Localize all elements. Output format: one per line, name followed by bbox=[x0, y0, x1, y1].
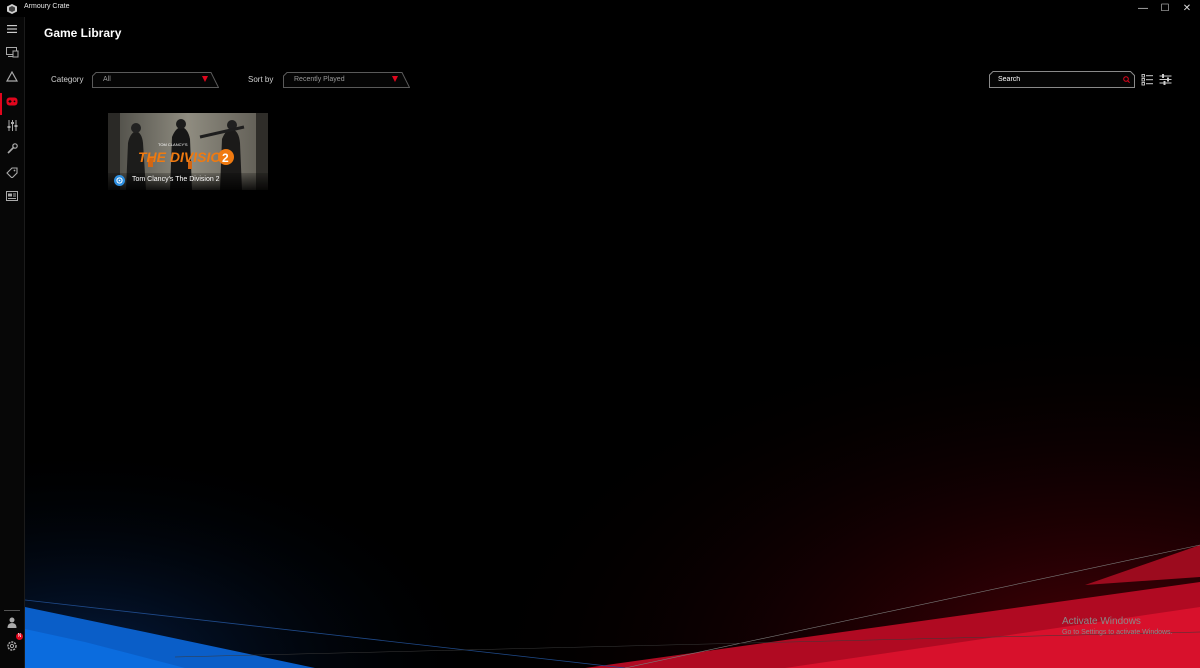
deals-tag-icon[interactable] bbox=[4, 164, 20, 180]
sortby-dropdown[interactable]: Recently Played bbox=[283, 72, 410, 88]
search-input[interactable] bbox=[989, 71, 1135, 88]
active-indicator bbox=[0, 93, 2, 115]
category-dropdown[interactable]: All bbox=[92, 72, 219, 88]
close-button[interactable]: ✕ bbox=[1173, 0, 1200, 17]
cover-brand: TOM CLANCY'S bbox=[158, 142, 188, 147]
uplay-icon bbox=[114, 175, 125, 186]
search-box bbox=[989, 71, 1135, 88]
armoury-crate-logo-icon bbox=[7, 4, 17, 14]
game-card[interactable]: TOM CLANCY'S THE DIVISION 2 Tom Clancy's… bbox=[108, 113, 268, 190]
menu-icon[interactable] bbox=[4, 21, 20, 37]
search-icon[interactable] bbox=[1123, 76, 1130, 83]
sortby-label: Sort by bbox=[248, 75, 274, 84]
tools-icon[interactable] bbox=[4, 140, 20, 156]
sortby-value: Recently Played bbox=[294, 76, 345, 83]
cover-number: 2 bbox=[222, 151, 229, 165]
chevron-down-icon bbox=[392, 76, 398, 82]
user-icon[interactable] bbox=[4, 614, 20, 630]
notification-badge: N bbox=[16, 633, 23, 640]
news-icon[interactable] bbox=[4, 188, 20, 204]
activate-windows-title: Activate Windows bbox=[1062, 616, 1141, 627]
activate-windows-subtitle: Go to Settings to activate Windows. bbox=[1062, 629, 1173, 636]
category-value: All bbox=[103, 76, 111, 83]
sidebar: N bbox=[0, 17, 25, 668]
title-bar: Armoury Crate — ☐ ✕ bbox=[0, 0, 1200, 17]
chevron-down-icon bbox=[202, 76, 208, 82]
app-title: Armoury Crate bbox=[24, 3, 70, 10]
list-view-icon[interactable] bbox=[1141, 73, 1154, 86]
game-library-icon[interactable] bbox=[4, 93, 20, 109]
game-title: Tom Clancy's The Division 2 bbox=[132, 176, 220, 183]
sidebar-divider bbox=[4, 610, 20, 611]
device-icon[interactable] bbox=[4, 44, 20, 60]
filter-settings-icon[interactable] bbox=[1159, 73, 1172, 86]
page-title: Game Library bbox=[44, 26, 122, 40]
settings-gear-icon[interactable] bbox=[4, 638, 20, 654]
aura-icon[interactable] bbox=[4, 68, 20, 84]
category-label: Category bbox=[51, 75, 84, 84]
settings-sliders-icon[interactable] bbox=[4, 117, 20, 133]
